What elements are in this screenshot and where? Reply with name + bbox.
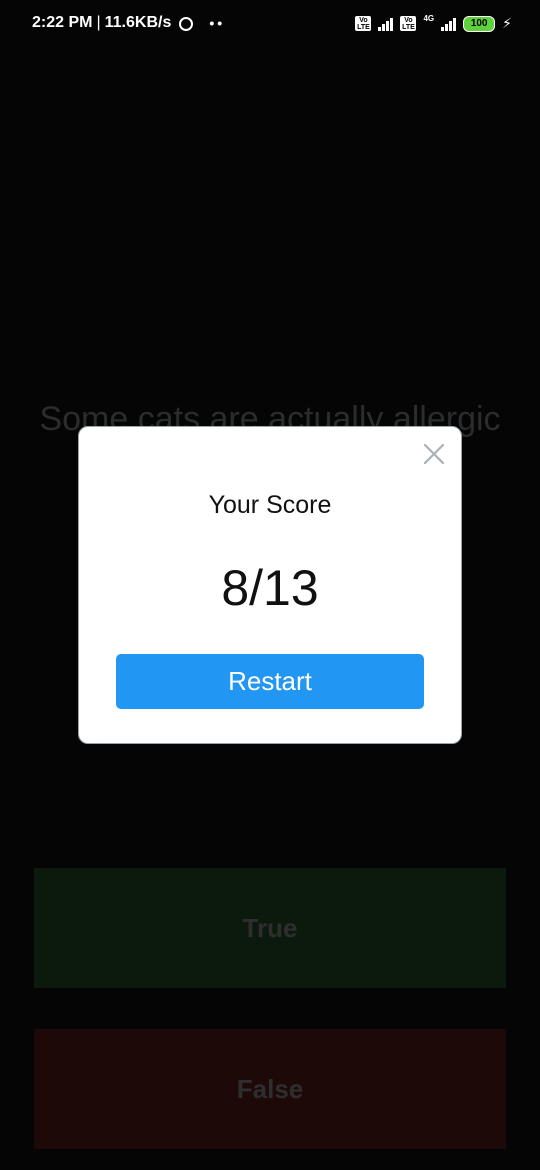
status-separator: | <box>96 14 101 31</box>
battery-icon: 100 <box>463 15 496 32</box>
status-time: 2:22 PM <box>32 14 93 31</box>
close-icon[interactable] <box>423 443 445 465</box>
score-modal: Your Score 8/13 Restart <box>78 426 462 744</box>
status-left: 2:22 PM | 11.6KB/s •• <box>32 14 225 32</box>
screen: 2:22 PM | 11.6KB/s •• Vo LTE Vo LTE 4G 1… <box>0 0 540 1170</box>
signal-icon <box>378 17 394 31</box>
false-button[interactable]: False <box>34 1029 506 1149</box>
volte-icon: Vo LTE <box>355 16 372 31</box>
network-speed: 11.6KB/s <box>104 14 172 31</box>
status-bar: 2:22 PM | 11.6KB/s •• Vo LTE Vo LTE 4G 1… <box>0 0 540 48</box>
charging-icon: ⚡ <box>502 15 512 31</box>
alarm-icon <box>179 17 194 31</box>
more-notifications-icon: •• <box>209 15 226 31</box>
restart-button[interactable]: Restart <box>116 654 424 709</box>
network-type: 4G <box>423 13 435 23</box>
score-value: 8/13 <box>221 560 319 616</box>
signal-icon <box>441 17 457 31</box>
true-button[interactable]: True <box>34 868 506 988</box>
volte-icon: Vo LTE <box>400 16 417 31</box>
status-right: Vo LTE Vo LTE 4G 100 ⚡ <box>355 13 512 32</box>
score-title: Your Score <box>208 491 332 519</box>
